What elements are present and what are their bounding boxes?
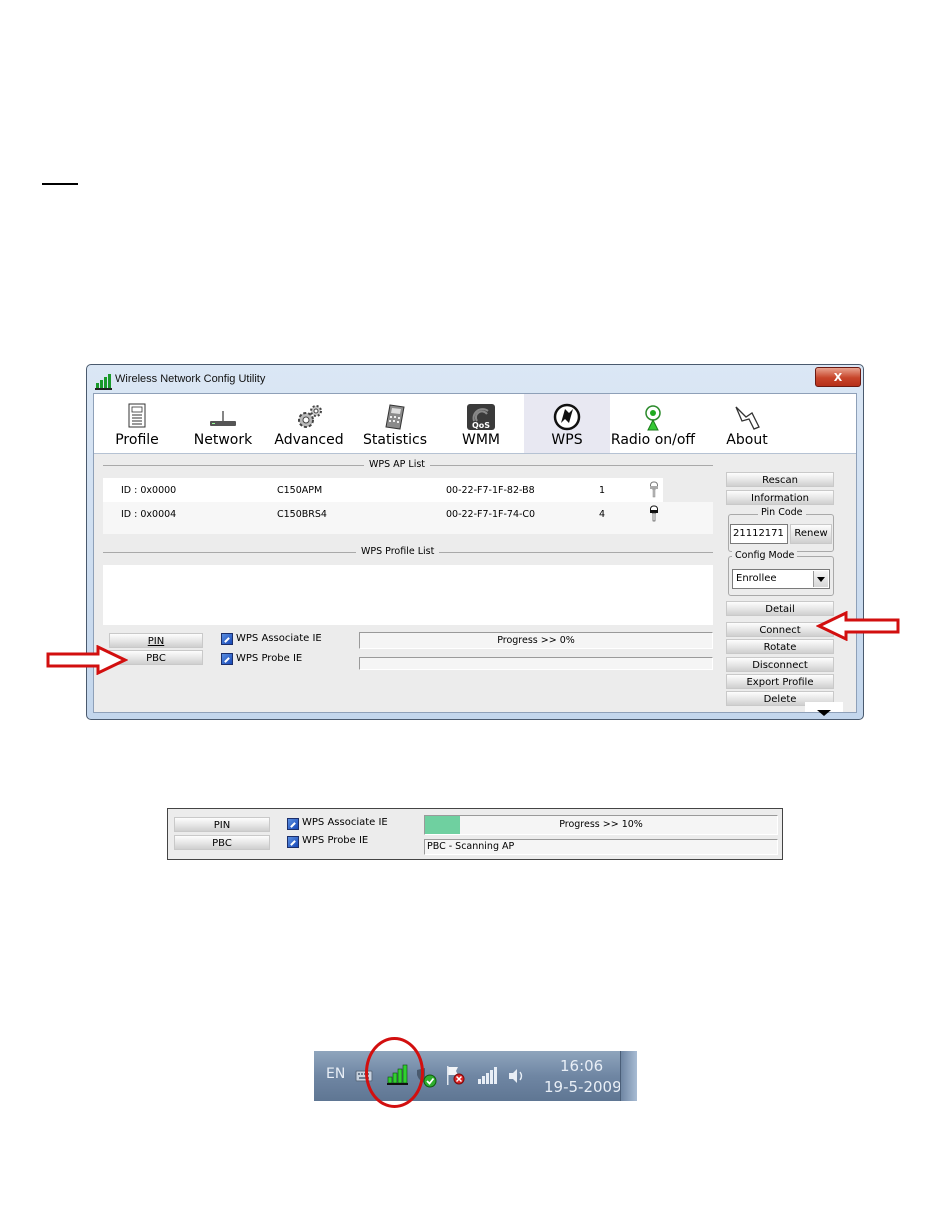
tab-label: Advanced: [274, 432, 344, 448]
ap-id: ID : 0x0004: [121, 509, 177, 520]
pin-label: PIN: [147, 636, 165, 647]
pin-code-title: Pin Code: [758, 507, 806, 518]
ap-id: ID : 0x0000: [121, 485, 177, 496]
tab-profile[interactable]: Profile: [94, 394, 180, 453]
triangle-down-icon: [817, 710, 831, 716]
tab-label: Radio on/off: [610, 432, 696, 448]
progress-bar: Progress >> 0%: [359, 632, 713, 649]
tab-label: WMM: [461, 432, 500, 448]
progress-fill: [425, 816, 461, 834]
pbc-label: PBC: [146, 653, 166, 664]
main-toolbar: Profile Network Advanced Statistics QoS …: [94, 394, 856, 454]
profile-icon: [128, 403, 146, 428]
ap-channel: 1: [599, 485, 606, 496]
show-desktop-button[interactable]: [620, 1051, 637, 1101]
system-tray: EN 16:06 19-5-2009: [314, 1051, 637, 1101]
config-mode-select[interactable]: Enrollee: [732, 569, 830, 589]
wps-probe-label: WPS Probe IE: [236, 653, 303, 664]
wps-panel: WPS AP List ID : 0x0000 C150APM 00-22-F7…: [94, 454, 856, 716]
tab-wps[interactable]: WPS: [524, 394, 610, 453]
tab-label: WPS: [551, 432, 583, 448]
information-button[interactable]: Information: [726, 490, 834, 505]
advanced-icon: [298, 405, 322, 428]
ap-ssid: C150BRS4: [277, 509, 327, 520]
progress-bar: Progress >> 10%: [424, 815, 778, 835]
progress-text: Progress >> 0%: [497, 635, 575, 646]
table-row[interactable]: ID : 0x0000 C150APM 00-22-F7-1F-82-B8 1: [103, 478, 713, 502]
row-spacer: [663, 478, 713, 502]
ap-ssid: C150APM: [277, 485, 323, 496]
wps-profile-list[interactable]: [103, 565, 713, 625]
tab-statistics[interactable]: Statistics: [352, 394, 438, 453]
tab-wmm[interactable]: QoS WMM: [438, 394, 524, 453]
scroll-more-button[interactable]: [805, 702, 843, 716]
chevron-down-icon[interactable]: [813, 571, 828, 587]
ap-mac: 00-22-F7-1F-82-B8: [446, 485, 535, 496]
tab-network[interactable]: Network: [180, 394, 266, 453]
volume-icon[interactable]: [506, 1065, 526, 1087]
highlight-circle: [365, 1037, 424, 1108]
document-underline: [42, 183, 78, 185]
tab-label: Profile: [115, 432, 159, 448]
status-text: PBC - Scanning AP: [427, 841, 515, 852]
wps-ap-list-title: WPS AP List: [364, 459, 431, 470]
tab-about[interactable]: About: [704, 394, 790, 453]
tab-label: Statistics: [363, 432, 427, 448]
pin-button[interactable]: PIN: [174, 817, 270, 832]
wireless-app-icon: [95, 374, 112, 390]
pin-label: PIN: [213, 820, 231, 831]
action-center-flag-icon[interactable]: [444, 1065, 468, 1087]
locked-key-icon: [650, 505, 658, 522]
tab-radio-onoff[interactable]: Radio on/off: [610, 394, 696, 453]
client-area: Profile Network Advanced Statistics QoS …: [93, 393, 857, 716]
status-field: PBC - Scanning AP: [424, 839, 778, 855]
rotate-button[interactable]: Rotate: [726, 639, 834, 654]
network-signal-icon[interactable]: [476, 1066, 498, 1086]
svg-text:QoS: QoS: [472, 421, 490, 430]
table-row[interactable]: ID : 0x0004 C150BRS4 00-22-F7-1F-74-C0 4: [103, 502, 713, 526]
clock-date[interactable]: 19-5-2009: [544, 1078, 622, 1096]
clock-time[interactable]: 16:06: [560, 1057, 603, 1075]
progress-text: Progress >> 10%: [559, 819, 643, 830]
pbc-button[interactable]: PBC: [174, 835, 270, 850]
arrow-left-icon: [816, 611, 900, 641]
window-title: Wireless Network Config Utility: [115, 373, 266, 385]
ap-channel: 4: [599, 509, 606, 520]
status-field: [359, 657, 713, 670]
wmm-icon: QoS: [467, 404, 495, 430]
network-icon: [210, 411, 236, 426]
wps-probe-checkbox[interactable]: [221, 653, 233, 665]
config-mode-value: Enrollee: [736, 573, 777, 584]
wps-associate-checkbox[interactable]: [221, 633, 233, 645]
config-utility-window: Wireless Network Config Utility X Profil…: [86, 364, 864, 720]
wps-progress-panel: PIN PBC WPS Associate IE WPS Probe IE Pr…: [167, 808, 783, 860]
wps-probe-label: WPS Probe IE: [302, 835, 369, 846]
unlocked-key-icon: [650, 481, 658, 498]
arrow-right-icon: [46, 645, 128, 675]
tab-label: Network: [193, 432, 253, 448]
ap-mac: 00-22-F7-1F-74-C0: [446, 509, 536, 520]
wps-ap-list[interactable]: ID : 0x0000 C150APM 00-22-F7-1F-82-B8 1 …: [103, 478, 713, 534]
tab-label: About: [726, 432, 768, 448]
rescan-button[interactable]: Rescan: [726, 472, 834, 487]
renew-button[interactable]: Renew: [790, 524, 832, 544]
radio-icon: [645, 405, 661, 431]
disconnect-button[interactable]: Disconnect: [726, 657, 834, 672]
pin-code-field[interactable]: 21112171: [730, 524, 788, 544]
language-indicator[interactable]: EN: [326, 1066, 345, 1082]
pbc-label: PBC: [212, 838, 232, 849]
wps-associate-label: WPS Associate IE: [236, 633, 322, 644]
close-button[interactable]: X: [815, 367, 861, 387]
tab-advanced[interactable]: Advanced: [266, 394, 352, 453]
wps-profile-list-title: WPS Profile List: [356, 546, 440, 557]
wps-probe-checkbox[interactable]: [287, 836, 299, 848]
wps-icon: [553, 403, 581, 431]
about-icon: [735, 406, 760, 430]
wps-associate-label: WPS Associate IE: [302, 817, 388, 828]
wps-associate-checkbox[interactable]: [287, 818, 299, 830]
export-profile-button[interactable]: Export Profile: [726, 674, 834, 689]
statistics-icon: [385, 404, 405, 430]
config-mode-title: Config Mode: [732, 550, 798, 561]
